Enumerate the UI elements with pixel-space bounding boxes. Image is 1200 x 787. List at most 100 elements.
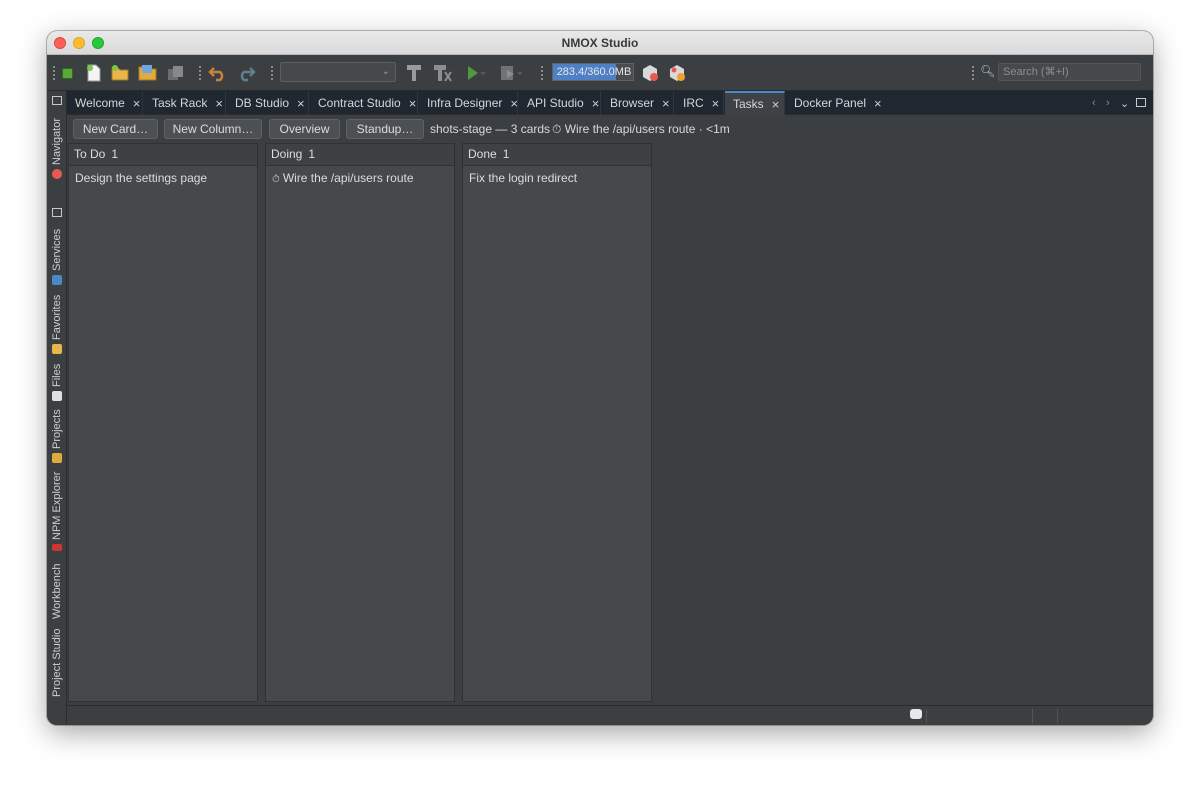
- card-text: Wire the /api/users route: [282, 171, 414, 185]
- new-folder-icon[interactable]: [109, 62, 131, 84]
- tab-contract-studio[interactable]: Contract Studio ×: [310, 91, 418, 115]
- tab-browser[interactable]: Browser ×: [602, 91, 674, 115]
- status-divider: [926, 709, 927, 723]
- overview-button[interactable]: Overview: [269, 119, 340, 139]
- chevron-down-icon[interactable]: ⌄: [1120, 97, 1129, 110]
- chevron-down-icon: ⌄: [381, 66, 390, 77]
- tab-tasks[interactable]: Tasks ×: [725, 91, 785, 115]
- tab-irc[interactable]: IRC ×: [675, 91, 724, 115]
- tab-label: Infra Designer: [427, 96, 503, 110]
- tab-infra-designer[interactable]: Infra Designer ×: [419, 91, 518, 115]
- status-bar: [67, 705, 1153, 725]
- editor-tab-bar: Welcome × Task Rack × DB Studio × Contract …: [67, 91, 1153, 115]
- sidebar-item-label: Files: [51, 363, 63, 387]
- memory-indicator[interactable]: 283.4/360.0MB: [552, 63, 634, 81]
- tab-welcome[interactable]: Welcome ×: [67, 91, 143, 115]
- chevron-left-icon[interactable]: ‹: [1092, 97, 1096, 109]
- task-card[interactable]: ⏱ Wire the /api/users route: [266, 166, 454, 190]
- column-to-do: To Do 1 Design the settings page: [68, 143, 258, 702]
- run-icon[interactable]: [463, 62, 487, 84]
- open-project-icon[interactable]: [136, 62, 160, 84]
- sidebar-item-services[interactable]: Services: [49, 227, 65, 289]
- profile-icon[interactable]: [666, 62, 688, 84]
- tab-docker-panel[interactable]: Docker Panel ×: [786, 91, 882, 115]
- services-icon: [52, 275, 62, 285]
- app-window: NMOX Studio ⌄ 283.4/360.0MB 🔍︎ Search (⌘…: [47, 31, 1153, 725]
- chevron-right-icon[interactable]: ›: [1106, 97, 1110, 109]
- close-icon[interactable]: ×: [874, 96, 882, 111]
- sidebar-item-projects[interactable]: Projects: [49, 407, 65, 467]
- configuration-select[interactable]: ⌄: [280, 62, 396, 82]
- close-icon[interactable]: ×: [662, 96, 670, 111]
- toolbar-grip-icon[interactable]: [199, 66, 201, 80]
- sidebar-item-project-studio[interactable]: Project Studio: [49, 623, 65, 697]
- sidebar-item-label: Services: [51, 228, 63, 271]
- standup-button[interactable]: Standup…: [346, 119, 424, 139]
- tab-label: API Studio: [527, 96, 584, 110]
- close-icon[interactable]: ×: [215, 96, 223, 111]
- restore-window-icon[interactable]: [52, 96, 62, 105]
- column-header[interactable]: Done 1: [463, 144, 651, 166]
- toolbar-grip-icon[interactable]: [53, 66, 55, 80]
- toolbar-grip-icon[interactable]: [972, 66, 974, 80]
- close-icon[interactable]: ×: [409, 96, 417, 111]
- sidebar-item-favorites[interactable]: Favorites: [49, 292, 65, 358]
- column-header[interactable]: To Do 1: [69, 144, 257, 166]
- left-sidebar: Navigator Services Favorites Files Proje…: [47, 91, 67, 725]
- column-count: 1: [308, 147, 316, 161]
- build-hammer-icon[interactable]: [403, 62, 425, 84]
- column-header[interactable]: Doing 1: [266, 144, 454, 166]
- board-action-bar: New Card… New Column… Overview Standup… …: [67, 115, 1150, 142]
- tab-api-studio[interactable]: API Studio ×: [519, 91, 601, 115]
- sidebar-item-label: Project Studio: [51, 628, 63, 697]
- tab-task-rack[interactable]: Task Rack ×: [144, 91, 226, 115]
- sidebar-item-label: Navigator: [51, 117, 63, 165]
- tab-db-studio[interactable]: DB Studio ×: [227, 91, 309, 115]
- memory-text: 283.4/360.0MB: [556, 66, 632, 78]
- task-card[interactable]: Design the settings page: [69, 166, 257, 190]
- restore-window-icon[interactable]: [1136, 98, 1146, 107]
- main-toolbar: ⌄ 283.4/360.0MB 🔍︎ Search (⌘+I): [47, 55, 1153, 91]
- new-file-icon[interactable]: [83, 62, 105, 84]
- search-input[interactable]: Search (⌘+I): [998, 63, 1141, 81]
- tab-label: Welcome: [75, 96, 125, 110]
- new-column-button[interactable]: New Column…: [164, 119, 262, 139]
- column-doing: Doing 1 ⏱ Wire the /api/users route: [265, 143, 455, 702]
- redo-icon[interactable]: [235, 62, 257, 84]
- sidebar-item-label: Workbench: [51, 563, 63, 619]
- active-timer: ⏱ Wire the /api/users route · <1m: [552, 122, 730, 136]
- title-bar: NMOX Studio: [47, 31, 1153, 55]
- column-count: 1: [502, 147, 510, 161]
- toolbar-grip-icon[interactable]: [271, 66, 273, 80]
- search-icon: 🔍︎: [980, 64, 996, 78]
- profile-gc-icon[interactable]: [639, 62, 661, 84]
- sidebar-item-files[interactable]: Files: [49, 359, 65, 405]
- new-card-button[interactable]: New Card…: [73, 119, 158, 139]
- sidebar-item-npm-explorer[interactable]: NPM Explorer: [49, 469, 65, 555]
- files-icon: [52, 391, 62, 401]
- sidebar-item-workbench[interactable]: Workbench: [49, 559, 65, 619]
- status-divider: [1057, 709, 1058, 723]
- sidebar-item-navigator[interactable]: Navigator: [49, 113, 65, 183]
- toolbar-grip-icon[interactable]: [541, 66, 543, 80]
- tasks-board: New Card… New Column… Overview Standup… …: [67, 115, 1150, 705]
- new-project-icon[interactable]: [59, 62, 75, 84]
- tab-label: Tasks: [733, 97, 764, 111]
- close-icon[interactable]: ×: [133, 96, 141, 111]
- sidebar-item-label: NPM Explorer: [51, 471, 63, 540]
- undo-icon[interactable]: [207, 62, 229, 84]
- projects-icon: [52, 453, 62, 463]
- notifications-icon[interactable]: [910, 709, 922, 719]
- close-icon[interactable]: ×: [510, 96, 518, 111]
- save-all-icon[interactable]: [165, 62, 187, 84]
- close-icon[interactable]: ×: [297, 96, 305, 111]
- timer-icon: ⏱: [272, 174, 280, 185]
- close-icon[interactable]: ×: [712, 96, 720, 111]
- restore-window-icon[interactable]: [52, 208, 62, 217]
- clean-build-icon[interactable]: [431, 62, 455, 84]
- tab-label: IRC: [683, 96, 704, 110]
- close-icon[interactable]: ×: [592, 96, 600, 111]
- close-icon[interactable]: ×: [772, 97, 780, 112]
- task-card[interactable]: Fix the login redirect: [463, 166, 651, 190]
- debug-icon[interactable]: [497, 62, 525, 84]
